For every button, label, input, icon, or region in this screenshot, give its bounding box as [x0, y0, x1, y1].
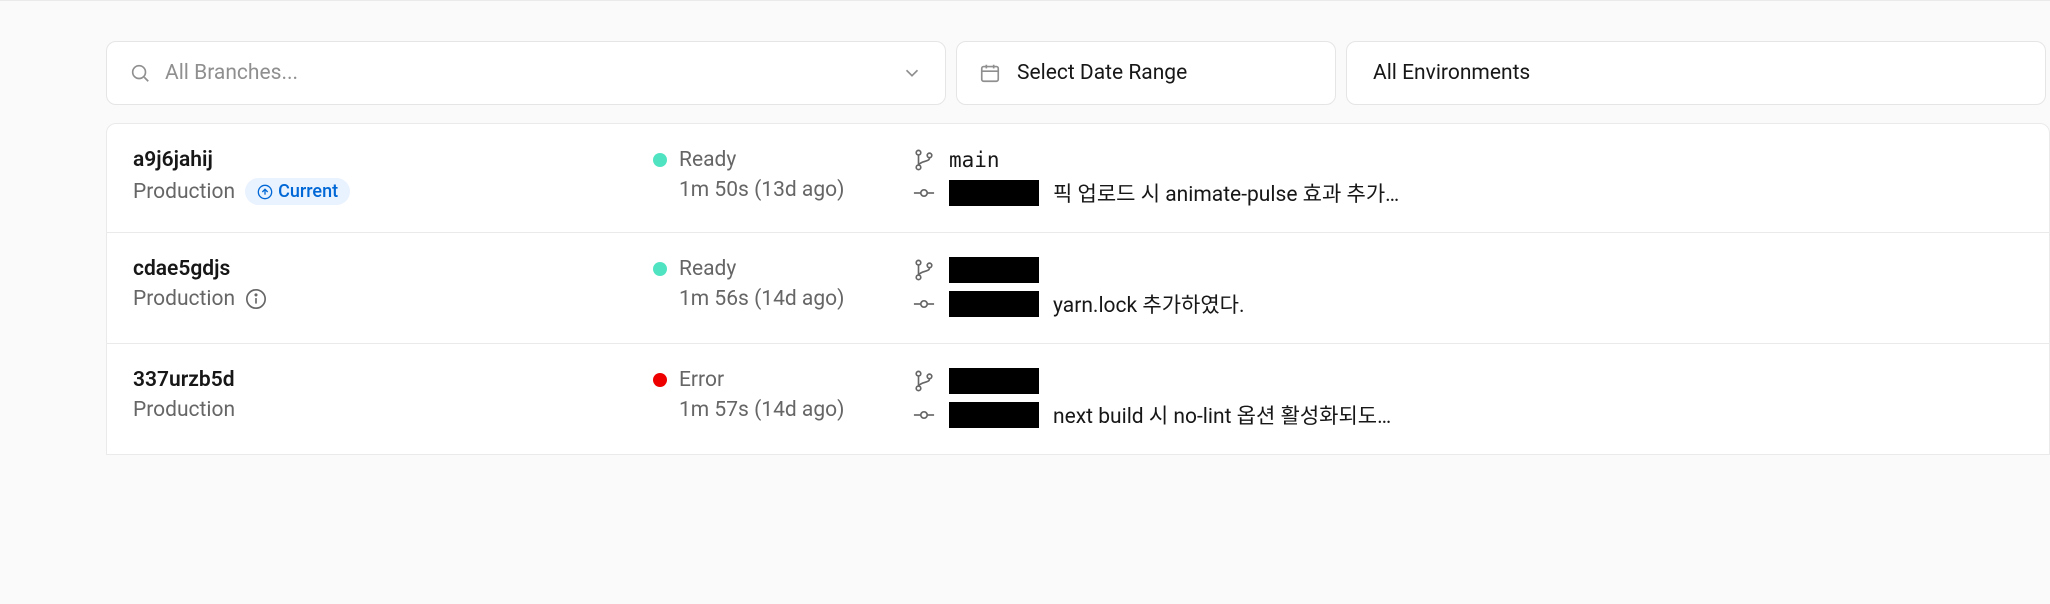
current-badge: Current — [245, 178, 350, 205]
deployment-duration: 1m 57s (14d ago) — [653, 398, 913, 422]
git-branch-icon — [913, 259, 935, 281]
commit-hash-redacted — [949, 402, 1039, 428]
branch-name-redacted — [949, 368, 1039, 394]
deployment-id: cdae5gdjs — [133, 257, 653, 281]
deployment-duration: 1m 56s (14d ago) — [653, 287, 913, 311]
filter-bar: All Branches... Select Date Range All En… — [106, 41, 2050, 105]
deployment-commit-col: main 픽 업로드 시 animate-pulse 효과 추가… — [913, 148, 2023, 208]
deployments-list: a9j6jahij Production Current Ready 1m 50… — [106, 123, 2050, 455]
status-dot-ready — [653, 262, 667, 276]
status-text: Ready — [679, 257, 736, 281]
deployments-page: All Branches... Select Date Range All En… — [0, 1, 2050, 455]
git-commit-icon — [913, 404, 935, 426]
deployment-commit-col: yarn.lock 추가하였다. — [913, 257, 2023, 319]
deployment-duration: 1m 50s (13d ago) — [653, 178, 913, 202]
status-dot-error — [653, 373, 667, 387]
status-text: Error — [679, 368, 724, 392]
deployment-info: cdae5gdjs Production — [133, 257, 653, 311]
environment-filter[interactable]: All Environments — [1346, 41, 2046, 105]
branch-name-redacted — [949, 257, 1039, 283]
git-commit-icon — [913, 182, 935, 204]
branch-name: main — [949, 148, 1000, 172]
commit-hash-redacted — [949, 180, 1039, 206]
status-dot-ready — [653, 153, 667, 167]
commit-message: 픽 업로드 시 animate-pulse 효과 추가… — [1053, 178, 1399, 208]
deployment-status-col: Error 1m 57s (14d ago) — [653, 368, 913, 422]
git-branch-icon — [913, 149, 935, 171]
deployment-info: a9j6jahij Production Current — [133, 148, 653, 205]
deployment-id: a9j6jahij — [133, 148, 653, 172]
deployment-env: Production — [133, 180, 235, 204]
deployment-commit-col: next build 시 no-lint 옵션 활성화되도… — [913, 368, 2023, 430]
info-icon[interactable] — [245, 288, 267, 310]
git-commit-icon — [913, 293, 935, 315]
environment-filter-label: All Environments — [1373, 61, 1530, 85]
deployment-status-col: Ready 1m 50s (13d ago) — [653, 148, 913, 202]
commit-hash-redacted — [949, 291, 1039, 317]
status-text: Ready — [679, 148, 736, 172]
branch-filter-placeholder: All Branches... — [165, 61, 298, 85]
commit-message: next build 시 no-lint 옵션 활성화되도… — [1053, 400, 1391, 430]
branch-filter[interactable]: All Branches... — [106, 41, 946, 105]
deployment-status-col: Ready 1m 56s (14d ago) — [653, 257, 913, 311]
chevron-down-icon — [901, 62, 923, 84]
deployment-row[interactable]: cdae5gdjs Production Ready 1m 56s (14d a… — [107, 233, 2049, 344]
promote-icon — [257, 184, 273, 200]
deployment-id: 337urzb5d — [133, 368, 653, 392]
deployment-env: Production — [133, 287, 235, 311]
date-range-label: Select Date Range — [1017, 61, 1187, 85]
date-range-filter[interactable]: Select Date Range — [956, 41, 1336, 105]
calendar-icon — [979, 62, 1001, 84]
git-branch-icon — [913, 370, 935, 392]
search-icon — [129, 62, 151, 84]
deployment-row[interactable]: 337urzb5d Production Error 1m 57s (14d a… — [107, 344, 2049, 454]
deployment-row[interactable]: a9j6jahij Production Current Ready 1m 50… — [107, 124, 2049, 233]
deployment-info: 337urzb5d Production — [133, 368, 653, 422]
commit-message: yarn.lock 추가하였다. — [1053, 289, 1245, 319]
deployment-env: Production — [133, 398, 235, 422]
